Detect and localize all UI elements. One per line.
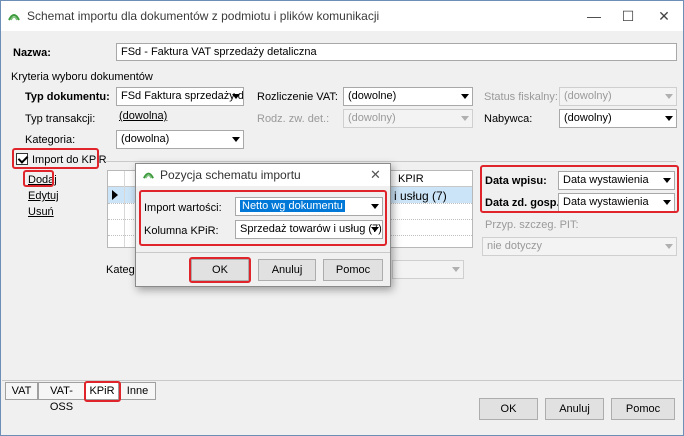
chevron-down-icon [665,116,673,121]
fiscal-status-value: (dowolny) [564,90,612,102]
chevron-down-icon [461,94,469,99]
chevron-down-icon [371,204,379,209]
grid-header-kpir: KPIR [398,173,424,185]
rodz-select: (dowolny) [343,109,473,128]
vat-settlement-label: Rozliczenie VAT: [257,91,338,103]
delete-link[interactable]: Usuń [28,206,54,218]
minimize-button[interactable]: — [579,5,609,27]
pit-value: nie dotyczy [487,240,543,252]
cancel-button[interactable]: Anuluj [545,398,604,420]
import-value-label: Import wartości: [144,202,222,214]
dialog-separator [136,252,390,253]
chevron-down-icon [232,137,240,142]
import-value-select[interactable]: Netto wg dokumentu [235,197,383,216]
edit-link[interactable]: Edytuj [28,190,59,202]
tab-vat[interactable]: VAT [5,382,38,400]
tab-vat-oss[interactable]: VAT-OSS [38,382,85,413]
business-date-value: Data wystawienia [563,196,649,208]
ok-button[interactable]: OK [479,398,538,420]
pit-label: Przyp. szczeg. PIT: [485,219,579,231]
app-logo-icon [143,172,154,179]
help-button[interactable]: Pomoc [611,398,675,420]
chevron-down-icon [371,227,379,232]
business-date-label: Data zd. gosp.: [485,197,564,209]
tab-inne[interactable]: Inne [119,382,156,400]
dialog-titlebar: Pozycja schematu importu ✕ [136,164,390,186]
tabs-separator [2,380,682,381]
rodz-value: (dowolny) [348,112,396,124]
app-logo-icon [8,14,20,21]
category-select[interactable]: (dowolna) [116,130,244,149]
kpir-separator [106,161,676,162]
entry-date-label: Data wpisu: [485,175,547,187]
fiscal-status-label: Status fiskalny: [484,91,558,103]
chevron-down-icon [665,244,673,249]
transaction-type-link[interactable]: (dowolna) [119,110,167,122]
chevron-down-icon [665,94,673,99]
doc-type-select[interactable]: FSd Faktura sprzedaży det [116,87,244,106]
rodz-label: Rodz. zw. det.: [257,113,330,125]
grid-row-kpir: i usług (7) [394,189,447,203]
dialog-ok-button[interactable]: OK [191,259,249,281]
buyer-label: Nabywca: [484,113,533,125]
dialog-close-button[interactable]: ✕ [370,167,381,183]
kpir-column-value: Sprzedaż towarów i usług (7) [240,223,382,235]
position-dialog: Pozycja schematu importu ✕ Import wartoś… [135,163,391,287]
business-date-select[interactable]: Data wystawienia [558,193,675,212]
dialog-cancel-button[interactable]: Anuluj [258,259,316,281]
vat-settlement-select[interactable]: (dowolne) [343,87,473,106]
entry-date-value: Data wystawienia [563,174,649,186]
chevron-down-icon [663,200,671,205]
chevron-down-icon [452,267,460,272]
entry-date-select[interactable]: Data wystawienia [558,171,675,190]
close-button[interactable]: ✕ [649,5,679,27]
maximize-button[interactable]: ☐ [613,5,643,27]
category-label: Kategoria: [25,134,76,146]
import-kpir-checkbox[interactable] [16,153,28,165]
row-pointer-icon [112,190,118,200]
kpir-column-label: Kolumna KPiR: [144,225,219,237]
buyer-select[interactable]: (dowolny) [559,109,677,128]
dialog-title: Pozycja schematu importu [160,168,301,182]
name-input[interactable]: FSd - Faktura VAT sprzedaży detaliczna [116,43,677,61]
dialog-help-button[interactable]: Pomoc [323,259,383,281]
import-value-value: Netto wg dokumentu [240,200,345,212]
import-kpir-label: Import do KPiR [32,154,107,166]
chevron-down-icon [663,178,671,183]
doc-type-value: FSd Faktura sprzedaży det [121,90,244,102]
doc-type-label: Typ dokumentu: [25,91,110,103]
window-title: Schemat importu dla dokumentów z podmiot… [27,9,380,23]
category-bottom-select [392,260,464,279]
chevron-down-icon [232,94,240,99]
vat-settlement-value: (dowolne) [348,90,397,102]
category-value: (dowolna) [121,133,170,145]
criteria-label: Kryteria wyboru dokumentów [11,71,153,83]
transaction-type-label: Typ transakcji: [25,113,96,125]
kpir-column-select[interactable]: Sprzedaż towarów i usług (7) [235,220,383,239]
name-label: Nazwa: [13,47,51,59]
pit-select: nie dotyczy [482,237,677,256]
add-link[interactable]: Dodaj [28,174,57,186]
window-titlebar: Schemat importu dla dokumentów z podmiot… [1,1,683,31]
buyer-value: (dowolny) [564,112,612,124]
chevron-down-icon [461,116,469,121]
fiscal-status-select: (dowolny) [559,87,677,106]
tab-kpir[interactable]: KPiR [85,382,119,400]
